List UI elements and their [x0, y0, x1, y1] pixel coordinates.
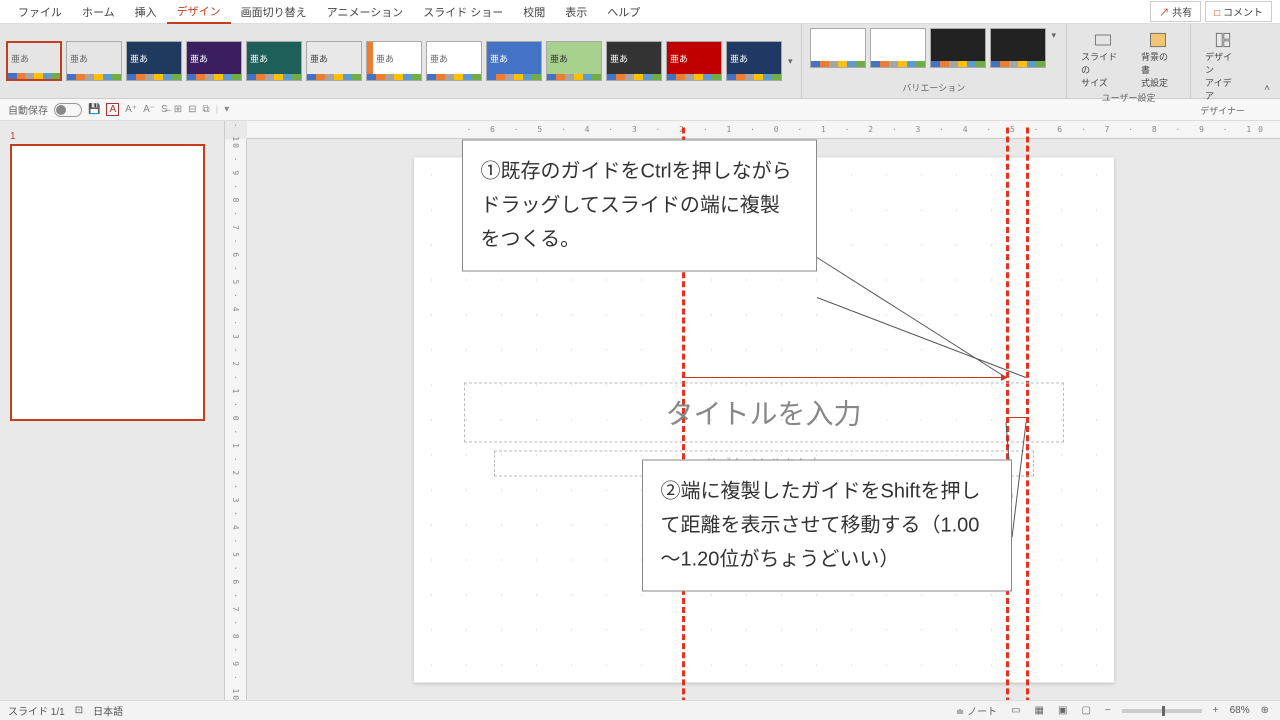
horizontal-ruler[interactable]: · 6 · 5 · 4 · 3 · 2 · 1 · 0 · 1 · 2 · 3 …: [247, 121, 1280, 139]
menu-animations[interactable]: アニメーション: [317, 1, 414, 23]
menu-slideshow[interactable]: スライド ショー: [413, 1, 513, 23]
theme-thumb[interactable]: 亜あ: [426, 41, 482, 81]
ribbon-label-designer: デザイナー: [1200, 104, 1245, 117]
variation-thumb[interactable]: [930, 28, 986, 68]
font-decrease-icon[interactable]: A⁻: [143, 104, 155, 115]
canvas-wrap[interactable]: タイトルを入力 サブタイトルを入力 ①既存のガイドをCtrlを押しながらドラッグ…: [247, 139, 1280, 700]
accessibility-icon[interactable]: ⊡: [75, 705, 83, 716]
fit-window-button[interactable]: ⊕: [1258, 705, 1272, 716]
editor-area: · 6 · 5 · 4 · 3 · 2 · 1 · 0 · 1 · 2 · 3 …: [225, 121, 1280, 700]
theme-thumb[interactable]: 亜あ: [186, 41, 242, 81]
theme-thumb[interactable]: 亜あ: [6, 41, 62, 81]
theme-thumb[interactable]: 亜あ: [546, 41, 602, 81]
language-indicator[interactable]: 日本語: [93, 703, 123, 718]
menu-help[interactable]: ヘルプ: [597, 1, 650, 23]
quick-access-toolbar: 自動保存 💾 A A⁺ A⁻ S̶ ⊞ ⊟ ⧉ | ▾: [0, 99, 1280, 121]
zoom-slider[interactable]: [1122, 709, 1202, 713]
ribbon-design: 亜あ 亜あ 亜あ 亜あ 亜あ 亜あ 亜あ 亜あ 亜あ 亜あ 亜あ 亜あ 亜あ ▾…: [0, 24, 1280, 99]
main-area: 1 · 6 · 5 · 4 · 3 · 2 · 1 · 0 · 1 · 2 · …: [0, 121, 1280, 700]
vertical-ruler[interactable]: 14 · 13 · 12 · 11 · 10 · 9 · 8 · 7 · 6 ·…: [225, 139, 247, 700]
ribbon-group-user-settings: スライドの サイズ 背景の書 式設定 ユーザー設定: [1066, 24, 1190, 98]
menu-review[interactable]: 校閲: [513, 1, 555, 23]
distribute-icon[interactable]: ⊟: [188, 104, 196, 115]
menu-view[interactable]: 表示: [555, 1, 597, 23]
menu-transitions[interactable]: 画面切り替え: [231, 1, 317, 23]
theme-gallery: 亜あ 亜あ 亜あ 亜あ 亜あ 亜あ 亜あ 亜あ 亜あ 亜あ 亜あ 亜あ 亜あ ▾: [0, 24, 801, 98]
align-icon[interactable]: ⊞: [174, 104, 182, 115]
status-bar: スライド 1/1 ⊡ 日本語 ≐ ノート ▭ ▦ ▣ ▢ − + 68% ⊕: [0, 700, 1280, 720]
ribbon-label-user: ユーザー設定: [1102, 91, 1156, 104]
slide-number: 1: [10, 131, 214, 142]
theme-more-button[interactable]: ▾: [786, 54, 795, 69]
ribbon-group-variation: ▾ バリエーション: [801, 24, 1067, 98]
theme-thumb[interactable]: 亜あ: [486, 41, 542, 81]
variation-more-button[interactable]: ▾: [1050, 28, 1059, 68]
save-icon[interactable]: 💾: [88, 104, 100, 115]
slide-size-icon: [1093, 30, 1113, 50]
menu-design[interactable]: デザイン: [167, 0, 231, 24]
normal-view-button[interactable]: ▭: [1008, 705, 1023, 716]
menu-insert[interactable]: 挿入: [125, 1, 167, 23]
zoom-in-button[interactable]: +: [1210, 705, 1222, 716]
menu-home[interactable]: ホーム: [72, 1, 125, 23]
ribbon-group-designer: デザイン アイデア デザイナー: [1190, 24, 1254, 98]
zoom-level[interactable]: 68%: [1230, 705, 1250, 716]
callout-2: ②端に複製したガイドをShiftを押して距離を表示させて移動する（1.00～1.…: [642, 459, 1012, 591]
variation-thumb[interactable]: [870, 28, 926, 68]
font-increase-icon[interactable]: A⁺: [125, 104, 137, 115]
group-icon[interactable]: ⧉: [202, 104, 209, 115]
design-ideas-button[interactable]: デザイン アイデア: [1199, 28, 1246, 104]
reading-view-button[interactable]: ▣: [1055, 705, 1070, 716]
slide-indicator: スライド 1/1: [8, 703, 65, 718]
theme-thumb[interactable]: 亜あ: [66, 41, 122, 81]
strikethrough-icon[interactable]: S̶: [161, 104, 168, 115]
theme-thumb[interactable]: 亜あ: [366, 41, 422, 81]
slide-thumbnail[interactable]: [10, 144, 205, 421]
textbox-icon[interactable]: A: [106, 103, 119, 116]
autosave-label: 自動保存: [8, 102, 48, 117]
menu-bar: ファイル ホーム 挿入 デザイン 画面切り替え アニメーション スライド ショー…: [0, 0, 1280, 24]
autosave-toggle[interactable]: [54, 103, 82, 117]
title-placeholder[interactable]: タイトルを入力: [464, 382, 1064, 442]
notes-button[interactable]: ≐ ノート: [953, 703, 1000, 718]
background-icon: [1148, 30, 1168, 50]
slide-panel: 1: [0, 121, 225, 700]
slideshow-view-button[interactable]: ▢: [1078, 705, 1093, 716]
qat-separator: |: [216, 104, 219, 115]
share-button[interactable]: ↗ 共有: [1150, 1, 1201, 22]
theme-thumb[interactable]: 亜あ: [666, 41, 722, 81]
theme-thumb[interactable]: 亜あ: [306, 41, 362, 81]
callout-1: ①既存のガイドをCtrlを押しながらドラッグしてスライドの端に複製をつくる。: [462, 139, 817, 271]
theme-thumb[interactable]: 亜あ: [246, 41, 302, 81]
slide-canvas[interactable]: タイトルを入力 サブタイトルを入力 ①既存のガイドをCtrlを押しながらドラッグ…: [414, 157, 1114, 682]
qat-dropdown-icon[interactable]: ▾: [224, 104, 229, 115]
comment-button[interactable]: □ コメント: [1205, 1, 1272, 22]
ribbon-collapse-button[interactable]: ˄: [1254, 79, 1280, 98]
variation-thumb[interactable]: [810, 28, 866, 68]
design-idea-icon: [1213, 30, 1233, 50]
theme-thumb[interactable]: 亜あ: [126, 41, 182, 81]
ribbon-label-variation: バリエーション: [902, 81, 965, 94]
slide-size-button[interactable]: スライドの サイズ: [1075, 28, 1131, 91]
theme-thumb[interactable]: 亜あ: [726, 41, 782, 81]
background-format-button[interactable]: 背景の書 式設定: [1135, 28, 1182, 91]
variation-thumb[interactable]: [990, 28, 1046, 68]
theme-thumb[interactable]: 亜あ: [606, 41, 662, 81]
zoom-out-button[interactable]: −: [1102, 705, 1114, 716]
menu-file[interactable]: ファイル: [8, 1, 72, 23]
sorter-view-button[interactable]: ▦: [1032, 705, 1047, 716]
